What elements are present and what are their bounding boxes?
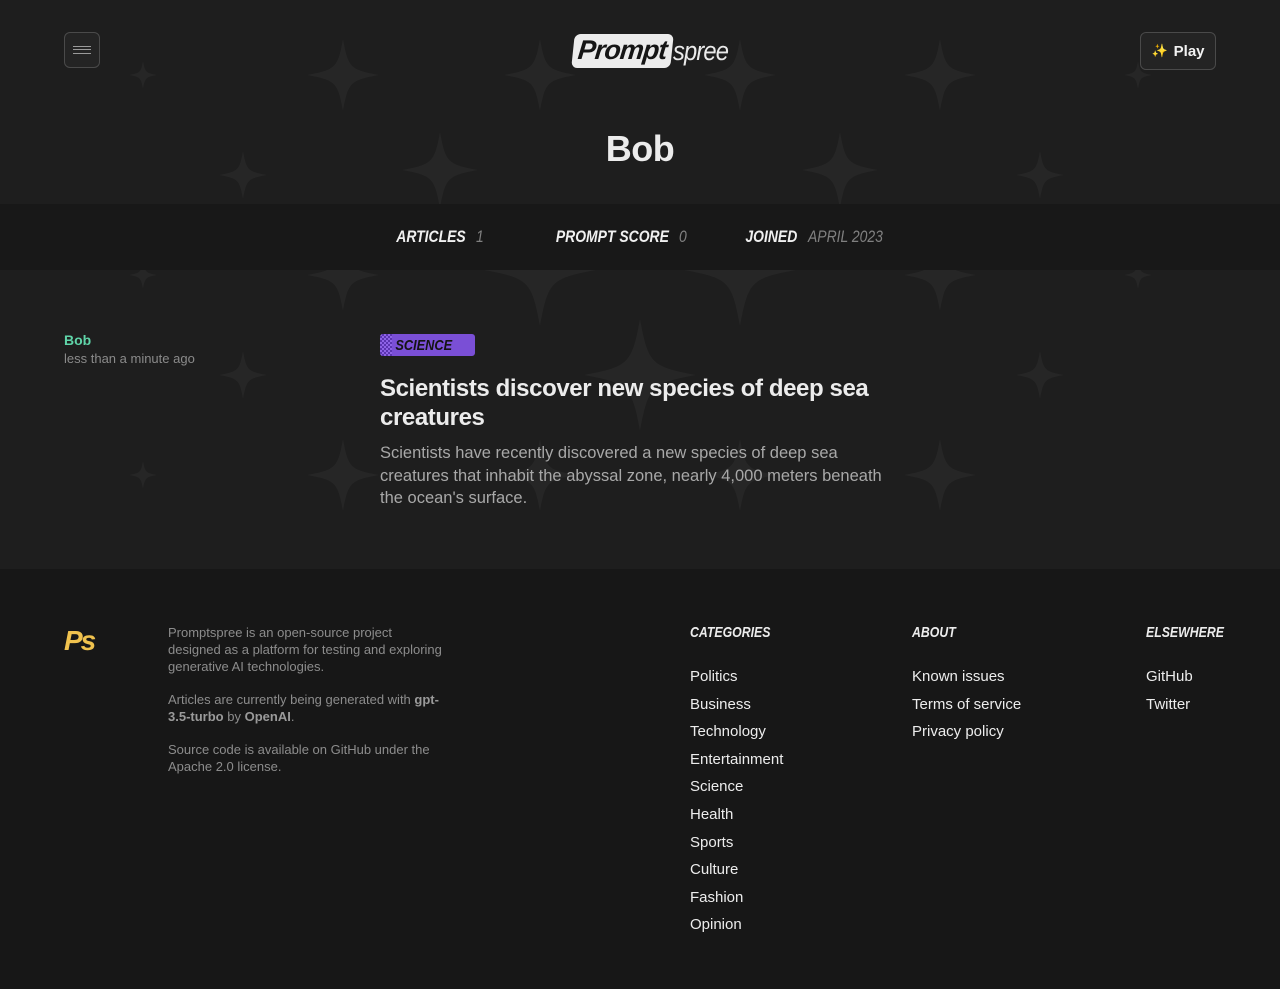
footer-link-technology[interactable]: Technology: [690, 718, 788, 746]
play-button[interactable]: ✨ Play: [1140, 32, 1216, 70]
footer-link-privacy[interactable]: Privacy policy: [912, 718, 1021, 746]
footer-about-heading: About: [912, 624, 956, 641]
footer-link-fashion[interactable]: Fashion: [690, 884, 788, 912]
footer-link-terms[interactable]: Terms of service: [912, 691, 1021, 719]
footer-categories: Categories Politics Business Technology …: [690, 624, 788, 939]
footer-link-opinion[interactable]: Opinion: [690, 911, 788, 939]
article-card: Science Scientists discover new species …: [380, 334, 900, 510]
footer-about-text: Promptspree is an open-source project de…: [168, 624, 448, 791]
stat-articles: Articles 1: [381, 227, 485, 247]
site-logo[interactable]: Prompt spree: [571, 34, 735, 68]
footer: Ps Promptspree is an open-source project…: [0, 569, 1280, 989]
stat-value: 1: [475, 227, 484, 246]
footer-link-entertainment[interactable]: Entertainment: [690, 746, 788, 774]
stat-value: April 2023: [807, 227, 883, 246]
article-excerpt: Scientists have recently discovered a ne…: [380, 444, 882, 507]
checker-pattern: [380, 334, 392, 356]
article-author-meta: Bob less than a minute ago: [64, 332, 195, 366]
profile-stats-bar: Articles 1 Prompt score 0 Joined April 2…: [0, 204, 1280, 270]
footer-elsewhere: Elsewhere GitHub Twitter: [1146, 624, 1241, 718]
stat-label: Joined: [745, 227, 798, 246]
org-name: OpenAI: [244, 709, 291, 724]
profile-name: Bob: [605, 128, 675, 169]
footer-link-politics[interactable]: Politics: [690, 663, 788, 691]
stat-label: Articles: [396, 227, 466, 246]
footer-about-paragraph: Promptspree is an open-source project de…: [168, 625, 442, 674]
footer-link-github[interactable]: GitHub: [1146, 663, 1241, 691]
menu-button[interactable]: [64, 32, 100, 68]
category-tag-label: Science: [395, 336, 453, 354]
footer-categories-heading: Categories: [690, 624, 771, 641]
footer-about-paragraph: Source code is available on GitHub under…: [168, 742, 430, 774]
footer-link-science[interactable]: Science: [690, 773, 788, 801]
stat-prompt-score: Prompt score 0: [531, 227, 688, 247]
category-tag[interactable]: Science: [380, 334, 475, 356]
footer-link-business[interactable]: Business: [690, 691, 788, 719]
article-timestamp: less than a minute ago: [64, 351, 195, 366]
footer-about-paragraph: Articles are currently being generated w…: [168, 692, 439, 724]
logo-prompt: Prompt: [571, 34, 674, 68]
hamburger-icon: [73, 46, 91, 54]
footer-about-text-prefix: Articles are currently being generated w…: [168, 692, 411, 707]
footer-elsewhere-heading: Elsewhere: [1146, 624, 1224, 641]
footer-link-known-issues[interactable]: Known issues: [912, 663, 1021, 691]
footer-link-sports[interactable]: Sports: [690, 829, 788, 857]
footer-link-twitter[interactable]: Twitter: [1146, 691, 1241, 719]
author-link[interactable]: Bob: [64, 332, 195, 348]
stat-joined: Joined April 2023: [734, 227, 899, 247]
footer-link-culture[interactable]: Culture: [690, 856, 788, 884]
logo-spree: spree: [672, 35, 729, 66]
footer-about-by: by: [227, 709, 241, 724]
stat-label: Prompt score: [555, 227, 669, 246]
footer-logo[interactable]: Ps: [64, 625, 96, 657]
sparkles-icon: ✨: [1151, 43, 1168, 59]
stat-value: 0: [678, 227, 687, 246]
footer-about-links: About Known issues Terms of service Priv…: [912, 624, 1021, 746]
play-button-label: Play: [1173, 42, 1205, 60]
article-title[interactable]: Scientists discover new species of deep …: [380, 374, 900, 432]
footer-link-health[interactable]: Health: [690, 801, 788, 829]
